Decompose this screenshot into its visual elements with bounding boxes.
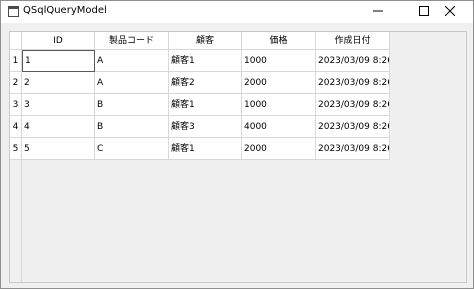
table-cell[interactable]: 2000 [242, 72, 316, 94]
table-cell[interactable]: 顧客1 [169, 94, 242, 116]
table-empty-area-right [390, 32, 466, 160]
table-cell[interactable]: A [95, 50, 169, 72]
table-cell[interactable]: 顧客1 [169, 50, 242, 72]
column-header-price[interactable]: 価格 [242, 32, 316, 50]
close-button[interactable] [427, 1, 473, 23]
table-empty-area [22, 160, 466, 282]
table-cell[interactable]: 2023/03/09 8:26 [316, 50, 390, 72]
table-view[interactable]: ID 製品コード 顧客 価格 作成日付 1 1 A 顧客1 1000 2023/… [9, 31, 467, 283]
table-cell[interactable]: 顧客1 [169, 138, 242, 160]
table-cell[interactable]: 2023/03/09 8:26 [316, 72, 390, 94]
table-cell[interactable]: 顧客2 [169, 72, 242, 94]
row-header[interactable]: 3 [10, 94, 22, 116]
row-header[interactable]: 1 [10, 50, 22, 72]
app-icon [8, 6, 19, 17]
table-cell[interactable]: A [95, 72, 169, 94]
table-cell[interactable]: 1000 [242, 94, 316, 116]
row-header[interactable]: 5 [10, 138, 22, 160]
table-cell[interactable]: 1000 [242, 50, 316, 72]
row-header[interactable]: 4 [10, 116, 22, 138]
window-title: QSqlQueryModel [23, 5, 107, 16]
table-corner-button[interactable] [10, 32, 22, 50]
column-header-id[interactable]: ID [22, 32, 95, 50]
table-cell[interactable]: 2023/03/09 8:26 [316, 94, 390, 116]
minimize-icon [373, 6, 383, 19]
table-cell[interactable]: 1 [22, 50, 95, 72]
table-cell[interactable]: 2023/03/09 8:26 [316, 116, 390, 138]
table-cell[interactable]: 2023/03/09 8:26 [316, 138, 390, 160]
minimize-button[interactable] [355, 1, 401, 23]
title-bar[interactable]: QSqlQueryModel [1, 1, 473, 23]
table-cell[interactable]: B [95, 116, 169, 138]
column-header-product-code[interactable]: 製品コード [95, 32, 169, 50]
table-cell[interactable]: 2 [22, 72, 95, 94]
close-icon [444, 5, 456, 19]
row-header-empty-area [10, 160, 22, 282]
main-window: QSqlQueryModel ID 製品コード 顧客 価格 作成日付 1 1 A… [0, 0, 474, 289]
table-cell[interactable]: 顧客3 [169, 116, 242, 138]
table-cell[interactable]: B [95, 94, 169, 116]
table-cell[interactable]: 3 [22, 94, 95, 116]
column-header-created-date[interactable]: 作成日付 [316, 32, 390, 50]
table-cell[interactable]: C [95, 138, 169, 160]
column-header-customer[interactable]: 顧客 [169, 32, 242, 50]
table-cell[interactable]: 5 [22, 138, 95, 160]
table-cell[interactable]: 4000 [242, 116, 316, 138]
table-cell[interactable]: 2000 [242, 138, 316, 160]
row-header[interactable]: 2 [10, 72, 22, 94]
table-cell[interactable]: 4 [22, 116, 95, 138]
